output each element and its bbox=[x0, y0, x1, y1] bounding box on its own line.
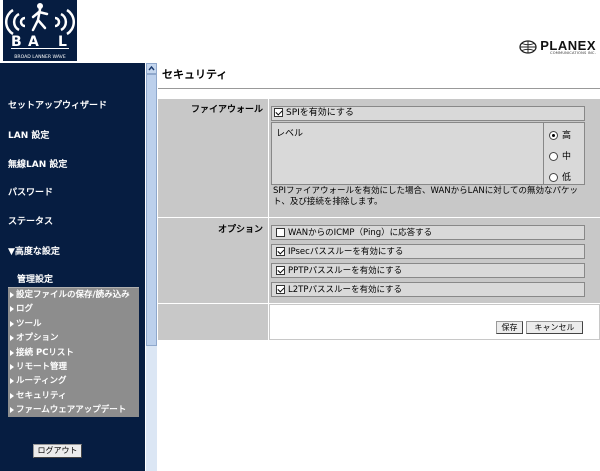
level-high-label: 高 bbox=[562, 131, 572, 141]
svg-text:A: A bbox=[28, 34, 39, 50]
planex-brand: PLANEX COMMUNICATIONS INC. bbox=[519, 38, 596, 56]
ipsec-option-row[interactable]: IPsecパススルーを有効にする bbox=[271, 244, 585, 259]
submenu-item-remote-management[interactable]: リモート管理 bbox=[8, 360, 139, 374]
firewall-section: SPIを有効にする レベル 高 中 低 SPIファイアウォールを有効にした場合、… bbox=[269, 99, 600, 217]
l2tp-checkbox[interactable] bbox=[276, 285, 285, 294]
scroll-up-button[interactable] bbox=[146, 63, 157, 74]
level-low-label: 低 bbox=[562, 173, 572, 183]
sidebar-item-advanced[interactable]: ▼高度な設定 bbox=[8, 244, 60, 257]
pptp-label: PPTPパススルーを有効にする bbox=[288, 266, 403, 276]
submenu-item-log[interactable]: ログ bbox=[8, 302, 139, 316]
main-content: セキュリティ ファイアウォール SPIを有効にする レベル 高 中 低 SPIフ… bbox=[158, 63, 600, 471]
submenu-label: オプション bbox=[16, 333, 59, 344]
header: B A L BROAD LANNER WAVE PLANEX COMMUNICA… bbox=[0, 0, 600, 63]
submenu-item-tools[interactable]: ツール bbox=[8, 317, 139, 331]
level-label: レベル bbox=[276, 129, 304, 139]
sidebar-section-title: 管理設定 bbox=[17, 275, 54, 285]
spi-checkbox-row[interactable]: SPIを有効にする bbox=[271, 106, 585, 121]
l2tp-option-row[interactable]: L2TPパススルーを有効にする bbox=[271, 282, 585, 297]
sidebar-item-lan[interactable]: LAN 設定 bbox=[8, 128, 49, 141]
sidebar-item-status[interactable]: ステータス bbox=[8, 214, 53, 227]
level-high-radio[interactable] bbox=[549, 131, 558, 140]
level-radio-group: 高 中 低 bbox=[543, 123, 585, 184]
submenu-item-options[interactable]: オプション bbox=[8, 331, 139, 345]
title-divider bbox=[158, 88, 600, 89]
pptp-option-row[interactable]: PPTPパススルーを有効にする bbox=[271, 263, 585, 278]
svg-text:L: L bbox=[58, 34, 67, 50]
triangle-right-icon bbox=[10, 392, 14, 399]
logo-text: BROAD LANNER WAVE bbox=[14, 54, 66, 60]
level-low-radio[interactable] bbox=[549, 173, 558, 182]
icmp-option-row[interactable]: WANからのICMP（Ping）に応答する bbox=[271, 225, 585, 240]
spi-checkbox[interactable] bbox=[274, 108, 283, 117]
submenu-label: ルーティング bbox=[16, 376, 67, 387]
ipsec-checkbox[interactable] bbox=[276, 247, 285, 256]
buttons-row: 保存 キャンセル bbox=[269, 304, 600, 340]
sidebar-item-password[interactable]: パスワード bbox=[8, 185, 53, 198]
brand-subtitle: COMMUNICATIONS INC. bbox=[549, 50, 596, 55]
options-label: オプション bbox=[217, 225, 263, 235]
router-admin-page: B A L BROAD LANNER WAVE PLANEX COMMUNICA… bbox=[0, 0, 600, 471]
advanced-submenu: 設定ファイルの保存/読み込み ログ ツール オプション 接続 PCリスト リモー… bbox=[8, 287, 139, 417]
level-medium-option[interactable]: 中 bbox=[549, 149, 571, 162]
cancel-button[interactable]: キャンセル bbox=[526, 321, 583, 334]
level-box: レベル 高 中 低 bbox=[271, 122, 585, 185]
planex-globe-icon bbox=[519, 40, 537, 54]
submenu-label: セキュリティ bbox=[16, 390, 67, 401]
page-title: セキュリティ bbox=[162, 68, 228, 81]
submenu-item-firmware-update[interactable]: ファームウェアアップデート bbox=[8, 403, 139, 417]
save-button[interactable]: 保存 bbox=[496, 321, 523, 334]
level-high-option[interactable]: 高 bbox=[549, 128, 571, 141]
ipsec-label: IPsecパススルーを有効にする bbox=[288, 247, 404, 257]
submenu-item-security[interactable]: セキュリティ bbox=[8, 389, 139, 403]
l2tp-label: L2TPパススルーを有効にする bbox=[288, 285, 403, 295]
brand-logo: B A L BROAD LANNER WAVE bbox=[3, 0, 77, 61]
options-section-label: オプション bbox=[158, 218, 268, 303]
submenu-label: 接続 PCリスト bbox=[16, 347, 74, 358]
buttons-row-label-cell bbox=[158, 304, 268, 340]
triangle-right-icon bbox=[10, 349, 14, 356]
logout-button[interactable]: ログアウト bbox=[33, 444, 82, 458]
submenu-label: リモート管理 bbox=[16, 361, 68, 372]
level-low-option[interactable]: 低 bbox=[549, 170, 571, 183]
triangle-right-icon bbox=[10, 363, 14, 370]
level-medium-label: 中 bbox=[562, 152, 572, 162]
submenu-label: ツール bbox=[16, 318, 42, 329]
firewall-note: SPIファイアウォールを有効にした場合、WANからLANに対しての無効なパケット… bbox=[273, 186, 578, 207]
firewall-label: ファイアウォール bbox=[190, 105, 263, 115]
options-section: WANからのICMP（Ping）に応答する IPsecパススルーを有効にする P… bbox=[269, 218, 600, 303]
submenu-item-connected-pc-list[interactable]: 接続 PCリスト bbox=[8, 346, 139, 360]
triangle-right-icon bbox=[10, 306, 14, 313]
chevron-up-icon bbox=[148, 65, 155, 71]
triangle-right-icon bbox=[10, 378, 14, 385]
sidebar-item-setup-wizard[interactable]: セットアップウィザード bbox=[8, 98, 107, 111]
submenu-label: ログ bbox=[16, 304, 34, 315]
submenu-label: ファームウェアアップデート bbox=[16, 405, 127, 416]
triangle-right-icon bbox=[10, 320, 14, 327]
firewall-section-label: ファイアウォール bbox=[158, 99, 268, 217]
level-medium-radio[interactable] bbox=[549, 152, 558, 161]
submenu-item-config-file[interactable]: 設定ファイルの保存/読み込み bbox=[8, 288, 139, 302]
triangle-right-icon bbox=[10, 335, 14, 342]
icmp-label: WANからのICMP（Ping）に応答する bbox=[288, 228, 433, 238]
frame-scrollbar[interactable] bbox=[146, 63, 157, 471]
spi-label: SPIを有効にする bbox=[286, 108, 354, 118]
icmp-checkbox[interactable] bbox=[276, 228, 285, 237]
pptp-checkbox[interactable] bbox=[276, 266, 285, 275]
sidebar: セットアップウィザード LAN 設定 無線LAN 設定 パスワード ステータス … bbox=[0, 63, 145, 471]
sidebar-item-wireless-lan[interactable]: 無線LAN 設定 bbox=[8, 157, 67, 170]
scroll-thumb[interactable] bbox=[146, 74, 157, 346]
runner-logo-icon: B A L BROAD LANNER WAVE bbox=[4, 3, 76, 60]
submenu-item-routing[interactable]: ルーティング bbox=[8, 374, 139, 388]
submenu-label: 設定ファイルの保存/読み込み bbox=[16, 290, 130, 300]
triangle-right-icon bbox=[10, 292, 14, 298]
svg-text:B: B bbox=[11, 34, 22, 50]
brand-name: PLANEX bbox=[540, 37, 596, 53]
triangle-right-icon bbox=[10, 407, 14, 414]
